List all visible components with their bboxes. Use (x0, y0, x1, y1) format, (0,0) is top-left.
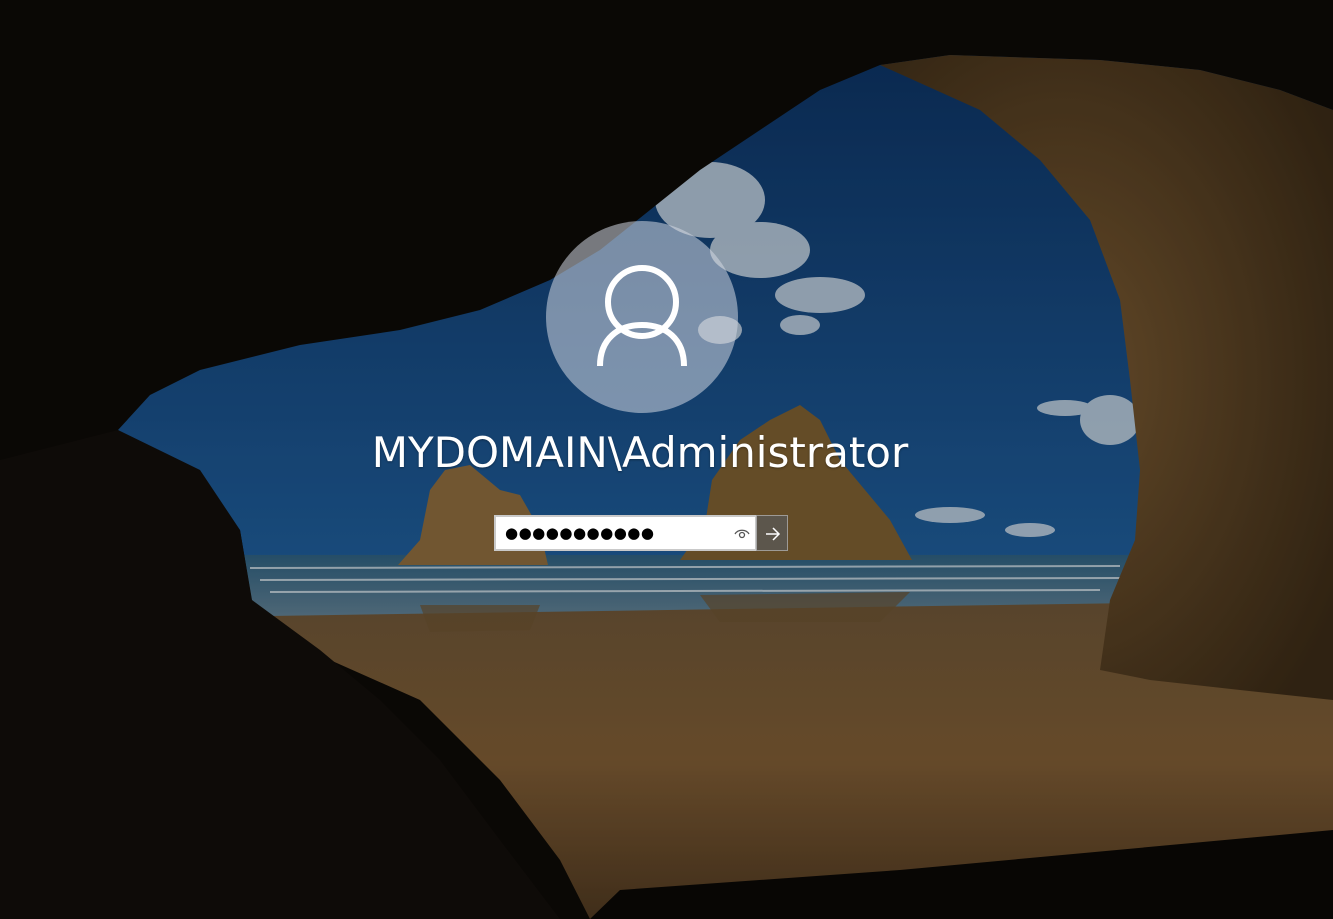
user-icon (597, 265, 687, 367)
arrow-right-icon (766, 527, 781, 541)
eye-icon[interactable] (733, 526, 751, 542)
lock-screen: MYDOMAIN\Administrator ●●●●●●●●●●● (0, 0, 1333, 919)
password-mask: ●●●●●●●●●●● (505, 524, 655, 542)
password-input[interactable]: ●●●●●●●●●●● (494, 515, 757, 551)
account-username: MYDOMAIN\Administrator (371, 428, 909, 477)
password-row: ●●●●●●●●●●● (494, 515, 790, 551)
submit-button[interactable] (756, 515, 788, 551)
user-avatar (546, 221, 738, 413)
